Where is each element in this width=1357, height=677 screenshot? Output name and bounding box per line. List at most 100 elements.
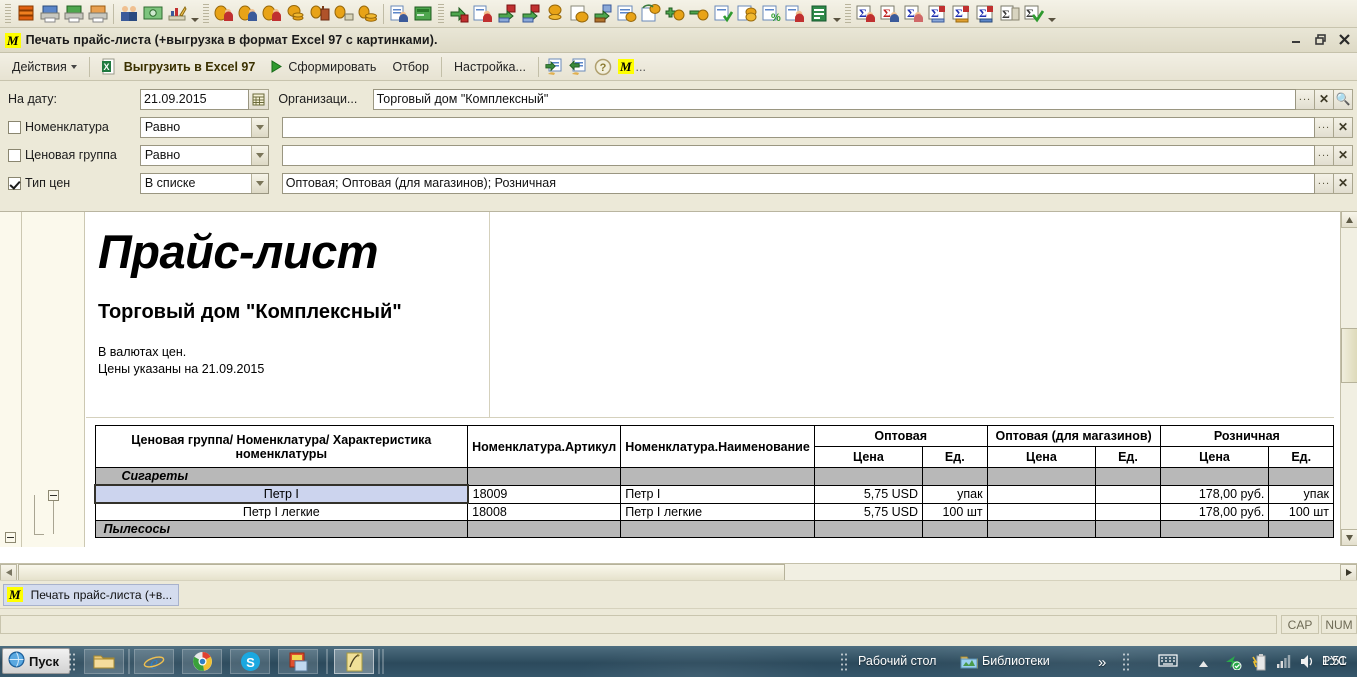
scroll-left-button[interactable] bbox=[0, 564, 17, 581]
quicklaunch-app-green[interactable] bbox=[278, 649, 318, 674]
person-coins-red-icon[interactable] bbox=[212, 2, 236, 26]
show-hidden-icons-button[interactable] bbox=[1198, 657, 1209, 671]
sigma-building-icon[interactable]: Σ bbox=[998, 2, 1022, 26]
date-input[interactable]: 21.09.2015 bbox=[140, 88, 250, 110]
green-arrow-red-icon[interactable] bbox=[447, 2, 471, 26]
table-row-selected[interactable]: Петр I 18009 Петр I 5,75 USD упак 178,00… bbox=[94, 484, 1334, 504]
chart-pen-icon[interactable] bbox=[165, 2, 189, 26]
doc-refresh-coins-icon[interactable] bbox=[639, 2, 663, 26]
quicklaunch-grip[interactable] bbox=[68, 652, 76, 671]
print-orange-icon[interactable] bbox=[86, 2, 110, 26]
chart-dropdown-icon[interactable] bbox=[189, 2, 200, 26]
doc-percent-icon[interactable]: % bbox=[759, 2, 783, 26]
mdi-task-button[interactable]: M Печать прайс-листа (+в... bbox=[3, 583, 180, 606]
price-group-checkbox[interactable] bbox=[8, 148, 21, 162]
nomenclature-select-button[interactable]: ... bbox=[1315, 116, 1334, 138]
doc-coins-icon[interactable] bbox=[567, 2, 591, 26]
help-button[interactable]: ? bbox=[591, 55, 615, 79]
minimize-button[interactable] bbox=[1288, 31, 1305, 48]
scroll-right-button[interactable] bbox=[1340, 564, 1357, 581]
toolbar-grip-desktop[interactable] bbox=[840, 652, 848, 671]
keyboard-icon[interactable] bbox=[1158, 654, 1178, 670]
table-row[interactable]: Пылесосы bbox=[94, 520, 1334, 538]
price-type-select-button[interactable]: ... bbox=[1315, 172, 1334, 194]
horizontal-scroll-thumb[interactable] bbox=[18, 564, 785, 581]
volume-icon[interactable] bbox=[1300, 654, 1316, 672]
price-type-clear-button[interactable] bbox=[1334, 172, 1353, 194]
sigma-check-icon[interactable]: Σ bbox=[1022, 2, 1046, 26]
organization-open-button[interactable] bbox=[1334, 88, 1353, 110]
table-row[interactable]: Петр I легкие 18008 Петр I легкие 5,75 U… bbox=[94, 502, 1334, 521]
toolbar-grip[interactable] bbox=[5, 3, 11, 24]
quicklaunch-internet-explorer[interactable]: e bbox=[134, 649, 174, 674]
start-button[interactable]: Пуск bbox=[2, 648, 70, 674]
person-coins-blue-icon[interactable] bbox=[236, 2, 260, 26]
price-type-condition-select[interactable]: В списке bbox=[139, 172, 269, 194]
horizontal-scrollbar[interactable] bbox=[0, 563, 1357, 581]
taskbar-desktop-label[interactable]: Рабочий стол bbox=[858, 654, 936, 668]
outline-collapse-level1[interactable] bbox=[5, 532, 16, 543]
tray-grip[interactable] bbox=[1122, 652, 1130, 671]
excel-dropdown-icon[interactable] bbox=[831, 2, 842, 26]
coins-box-icon[interactable] bbox=[332, 2, 356, 26]
settings-button[interactable]: Настройка... bbox=[446, 56, 534, 78]
sigma-red-flag-icon[interactable]: Σ bbox=[926, 2, 950, 26]
vertical-scrollbar[interactable] bbox=[1340, 211, 1357, 546]
price-group-clear-button[interactable] bbox=[1334, 144, 1353, 166]
quicklaunch-skype[interactable]: S bbox=[230, 649, 270, 674]
coins-pile-icon[interactable] bbox=[356, 2, 380, 26]
vertical-scroll-thumb[interactable] bbox=[1341, 328, 1357, 383]
doc-person-red-icon[interactable] bbox=[471, 2, 495, 26]
doc-coins-rows-icon[interactable] bbox=[615, 2, 639, 26]
table-row[interactable]: Сигареты bbox=[94, 467, 1334, 486]
print-green-icon[interactable] bbox=[62, 2, 86, 26]
outline-collapse-cigarettes[interactable] bbox=[48, 490, 59, 501]
two-persons-icon[interactable] bbox=[117, 2, 141, 26]
nomenclature-value-input[interactable] bbox=[281, 116, 1315, 138]
add-coins-icon[interactable] bbox=[663, 2, 687, 26]
restore-settings-icon[interactable] bbox=[543, 55, 567, 79]
organization-input[interactable]: Торговый дом "Комплексный" bbox=[372, 88, 1296, 110]
signal-icon[interactable] bbox=[1276, 654, 1291, 672]
battery-icon[interactable] bbox=[1252, 654, 1267, 674]
green-arrow-card2-icon[interactable] bbox=[519, 2, 543, 26]
price-group-value-input[interactable] bbox=[281, 144, 1315, 166]
price-group-select-button[interactable]: ... bbox=[1315, 144, 1334, 166]
save-settings-icon[interactable] bbox=[567, 55, 591, 79]
price-group-condition-select[interactable]: Равно bbox=[139, 144, 269, 166]
doc-check-icon[interactable] bbox=[711, 2, 735, 26]
price-type-value-input[interactable]: Оптовая; Оптовая (для магазинов); Рознич… bbox=[281, 172, 1315, 194]
toolbar-grip-2[interactable] bbox=[203, 3, 209, 24]
coins-factory-icon[interactable] bbox=[308, 2, 332, 26]
green-arrow-card-icon[interactable] bbox=[495, 2, 519, 26]
close-button[interactable] bbox=[1336, 31, 1353, 48]
restore-button[interactable] bbox=[1312, 31, 1329, 48]
sigma-person-blue-icon[interactable]: Σ bbox=[878, 2, 902, 26]
person-coins-red2-icon[interactable] bbox=[260, 2, 284, 26]
sigma-red-flag-3-icon[interactable]: Σ bbox=[974, 2, 998, 26]
green-arrow-brown-icon[interactable] bbox=[591, 2, 615, 26]
money-icon[interactable] bbox=[141, 2, 165, 26]
price-type-checkbox[interactable] bbox=[8, 176, 21, 190]
sigma-dropdown-icon[interactable] bbox=[1046, 2, 1057, 26]
nomenclature-condition-select[interactable]: Равно bbox=[139, 116, 269, 138]
taskbar-overflow-chevron[interactable]: » bbox=[1098, 654, 1106, 671]
export-excel-button[interactable]: X Выгрузить в Excel 97 bbox=[94, 56, 264, 78]
organization-select-button[interactable]: ... bbox=[1296, 88, 1315, 110]
quicklaunch-chrome[interactable] bbox=[182, 649, 222, 674]
doc-coins-2-icon[interactable] bbox=[735, 2, 759, 26]
sigma-person-red-icon[interactable]: Σ bbox=[854, 2, 878, 26]
doc-person-icon[interactable] bbox=[387, 2, 411, 26]
doc-person-2-icon[interactable] bbox=[783, 2, 807, 26]
quicklaunch-explorer[interactable] bbox=[84, 649, 124, 674]
print-blue-icon[interactable] bbox=[38, 2, 62, 26]
taskbar-clock[interactable]: 1:51 bbox=[1322, 654, 1346, 668]
sigma-person-pink-icon[interactable]: Σ bbox=[902, 2, 926, 26]
coins-stack-icon[interactable] bbox=[284, 2, 308, 26]
toolbar-grip-4[interactable] bbox=[845, 3, 851, 24]
coins-icon-2[interactable] bbox=[543, 2, 567, 26]
actions-menu[interactable]: Действия bbox=[4, 56, 85, 78]
sheet-canvas[interactable]: Прайс-лист Торговый дом "Комплексный" В … bbox=[86, 212, 1334, 547]
network-flash-icon[interactable] bbox=[1224, 654, 1242, 673]
scroll-up-button[interactable] bbox=[1341, 211, 1357, 228]
